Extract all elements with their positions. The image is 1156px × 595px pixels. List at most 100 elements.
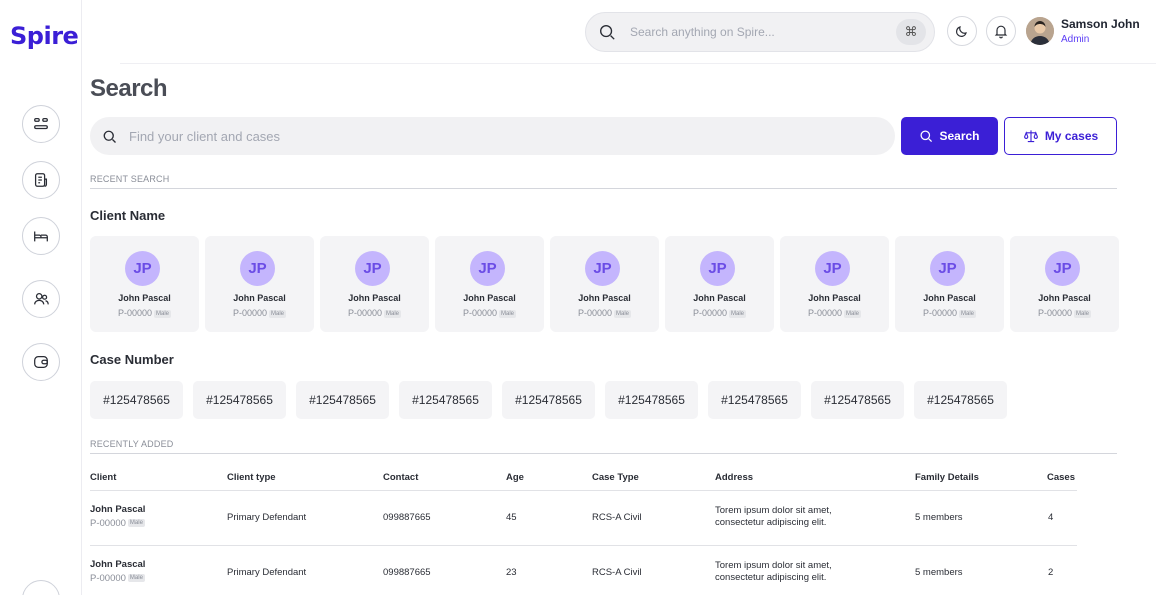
client-initials: JP — [700, 251, 735, 286]
row-age: 23 — [506, 567, 517, 578]
avatar[interactable] — [1026, 17, 1054, 45]
client-id: P-00000 — [577, 308, 612, 318]
client-id-line: P-00000 Male — [435, 308, 544, 318]
app-logo[interactable]: Spire — [10, 22, 79, 50]
case-chip[interactable]: #125478565 — [90, 381, 183, 419]
client-card[interactable]: JP John Pascal P-00000 Male — [550, 236, 659, 332]
col-address[interactable]: Address — [715, 472, 753, 483]
my-cases-button[interactable]: My cases — [1004, 117, 1117, 155]
client-card[interactable]: JP John Pascal P-00000 Male — [1010, 236, 1119, 332]
client-id: P-00000 — [692, 308, 727, 318]
user-role: Admin — [1061, 34, 1090, 45]
row-age: 45 — [506, 512, 517, 523]
gender-tag: Male — [499, 309, 517, 318]
client-id: P-00000 — [347, 308, 382, 318]
client-initials: JP — [815, 251, 850, 286]
client-card[interactable]: JP John Pascal P-00000 Male — [205, 236, 314, 332]
wallet-icon[interactable] — [22, 343, 60, 381]
row-family: 5 members — [915, 512, 963, 523]
row-client-id-line: P-00000 Male — [90, 573, 145, 584]
col-family-details[interactable]: Family Details — [915, 472, 979, 483]
case-chip[interactable]: #125478565 — [811, 381, 904, 419]
command-shortcut: ⌘ — [896, 19, 926, 45]
gender-tag: Male — [127, 519, 145, 528]
table-row[interactable]: John Pascal P-00000 Male Primary Defendan… — [90, 546, 1077, 595]
app-root: Spire Search anything on Spire... ⌘ Sams… — [0, 0, 1156, 595]
search-icon — [103, 130, 116, 143]
global-search-input[interactable]: Search anything on Spire... ⌘ — [585, 12, 935, 52]
client-id-line: P-00000 Male — [550, 308, 659, 318]
client-id-line: P-00000 Male — [895, 308, 1004, 318]
user-name[interactable]: Samson John — [1061, 17, 1140, 31]
recent-search-label: RECENT SEARCH — [90, 174, 170, 184]
col-client[interactable]: Client — [90, 472, 116, 483]
case-chip[interactable]: #125478565 — [605, 381, 698, 419]
client-card[interactable]: JP John Pascal P-00000 Male — [320, 236, 429, 332]
client-initials: JP — [585, 251, 620, 286]
row-address-line-2: consectetur adipiscing elit. — [715, 572, 827, 583]
dashboard-icon[interactable] — [22, 105, 60, 143]
client-name: John Pascal — [463, 293, 516, 303]
gender-tag: Male — [154, 309, 172, 318]
client-initials: JP — [470, 251, 505, 286]
users-icon[interactable] — [22, 280, 60, 318]
client-card[interactable]: JP John Pascal P-00000 Male — [435, 236, 544, 332]
client-id: P-00000 — [922, 308, 957, 318]
sidebar: Spire — [0, 0, 82, 595]
col-age[interactable]: Age — [506, 472, 524, 483]
client-id: P-00000 — [117, 308, 152, 318]
row-cases: 4 — [1048, 512, 1054, 523]
table-row[interactable]: John Pascal P-00000 Male Primary Defendan… — [90, 491, 1077, 546]
client-initials: JP — [125, 251, 160, 286]
client-search-input[interactable]: Find your client and cases — [90, 117, 895, 155]
bed-icon[interactable] — [22, 217, 60, 255]
row-contact: 099887665 — [383, 567, 431, 578]
client-card[interactable]: JP John Pascal P-00000 Male — [895, 236, 1004, 332]
client-card[interactable]: JP John Pascal P-00000 Male — [90, 236, 199, 332]
col-cases[interactable]: Cases — [1047, 472, 1075, 483]
row-client-name: John Pascal — [90, 559, 146, 570]
row-address-line-1: Torem ipsum dolor sit amet, — [715, 505, 832, 516]
client-name: John Pascal — [693, 293, 746, 303]
client-id-line: P-00000 Male — [205, 308, 314, 318]
client-id: P-00000 — [232, 308, 267, 318]
row-address: Torem ipsum dolor sit amet, consectetur … — [715, 505, 832, 529]
case-chip[interactable]: #125478565 — [193, 381, 286, 419]
case-chip[interactable]: #125478565 — [296, 381, 389, 419]
search-icon — [600, 25, 615, 40]
row-client-name: John Pascal — [90, 504, 146, 515]
row-cases: 2 — [1048, 567, 1054, 578]
gender-tag: Male — [384, 309, 402, 318]
row-client-id: P-00000 — [90, 573, 126, 584]
col-client-type[interactable]: Client type — [227, 472, 276, 483]
client-name: John Pascal — [118, 293, 171, 303]
col-contact[interactable]: Contact — [383, 472, 418, 483]
client-id-line: P-00000 Male — [665, 308, 774, 318]
divider — [90, 188, 1117, 189]
gender-tag: Male — [127, 574, 145, 583]
case-chip[interactable]: #125478565 — [502, 381, 595, 419]
moon-icon[interactable] — [947, 16, 977, 46]
case-chip[interactable]: #125478565 — [708, 381, 801, 419]
bell-icon[interactable] — [986, 16, 1016, 46]
document-icon[interactable] — [22, 161, 60, 199]
search-button[interactable]: Search — [901, 117, 998, 155]
row-address-line-1: Torem ipsum dolor sit amet, — [715, 560, 832, 571]
case-chip[interactable]: #125478565 — [399, 381, 492, 419]
gender-tag: Male — [959, 309, 977, 318]
client-id: P-00000 — [1037, 308, 1072, 318]
scales-icon — [1023, 130, 1038, 143]
case-number-title: Case Number — [90, 352, 174, 367]
case-chips: #125478565 #125478565 #125478565 #125478… — [90, 381, 1007, 419]
col-case-type[interactable]: Case Type — [592, 472, 639, 483]
divider — [90, 453, 1117, 454]
row-case-type: RCS-A Civil — [592, 512, 642, 523]
row-client-id-line: P-00000 Male — [90, 518, 145, 529]
client-card[interactable]: JP John Pascal P-00000 Male — [665, 236, 774, 332]
client-card[interactable]: JP John Pascal P-00000 Male — [780, 236, 889, 332]
gender-tag: Male — [269, 309, 287, 318]
row-address: Torem ipsum dolor sit amet, consectetur … — [715, 560, 832, 584]
client-name: John Pascal — [233, 293, 286, 303]
case-chip[interactable]: #125478565 — [914, 381, 1007, 419]
chevron-left-icon[interactable] — [22, 580, 60, 595]
